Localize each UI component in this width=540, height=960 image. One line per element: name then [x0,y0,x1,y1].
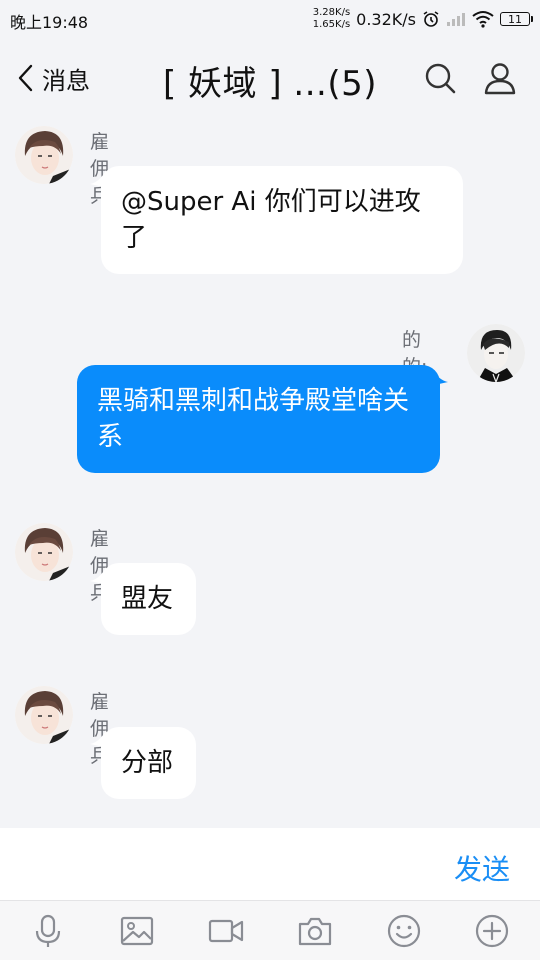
status-time: 晚上19:48 [10,13,89,32]
upload-speed: 3.28K/s [312,7,351,18]
input-toolbar [0,900,540,960]
profile-icon[interactable] [482,60,518,96]
message-bubble[interactable]: 盟友 [101,563,196,635]
avatar-image [15,523,73,581]
camera-icon[interactable] [297,913,333,949]
avatar-image [15,126,73,184]
chat-screen: 晚上19:48 3.28K/s 1.65K/s 0.32K/s 11 消息 [… [0,0,540,960]
avatar-image [467,324,525,382]
avatar[interactable] [467,324,525,382]
message-text: 黑骑和黑刺和战争殿堂啥关系 [97,386,410,452]
net-speed-stack: 3.28K/s 1.65K/s [313,7,350,31]
battery-icon: 11 [500,12,533,26]
microphone-icon[interactable] [30,913,66,949]
avatar[interactable] [15,126,73,184]
status-indicators: 3.28K/s 1.65K/s 0.32K/s 11 [313,6,533,32]
message-text: @Super Ai 你们可以进攻了 [121,187,421,253]
send-button[interactable]: 发送 [454,848,510,888]
emoji-icon[interactable] [386,913,422,949]
net-speed: 0.32K/s [356,9,416,29]
message-text: 分部 [121,748,174,778]
status-bar: 晚上19:48 3.28K/s 1.65K/s 0.32K/s 11 [0,0,540,38]
avatar-image [15,686,73,744]
message-text: 盟友 [121,584,174,614]
wifi-icon [472,11,494,28]
message-input-area[interactable]: 发送 [0,828,540,900]
plus-icon[interactable] [474,913,510,949]
message-bubble[interactable]: @Super Ai 你们可以进攻了 [101,166,463,274]
download-speed: 1.65K/s [312,19,351,30]
image-icon[interactable] [119,913,155,949]
signal-icon [447,13,465,26]
avatar[interactable] [15,523,73,581]
message-bubble[interactable]: 分部 [101,727,196,799]
chat-title: [ 妖域 ] ...(5) [162,64,378,104]
avatar[interactable] [15,686,73,744]
video-icon[interactable] [208,913,244,949]
battery-level: 11 [508,12,522,26]
alarm-icon [423,11,439,27]
chat-header: 消息 [ 妖域 ] ...(5) [0,38,540,122]
message-bubble[interactable]: 黑骑和黑刺和战争殿堂啥关系 [77,365,440,473]
search-icon[interactable] [422,60,458,96]
